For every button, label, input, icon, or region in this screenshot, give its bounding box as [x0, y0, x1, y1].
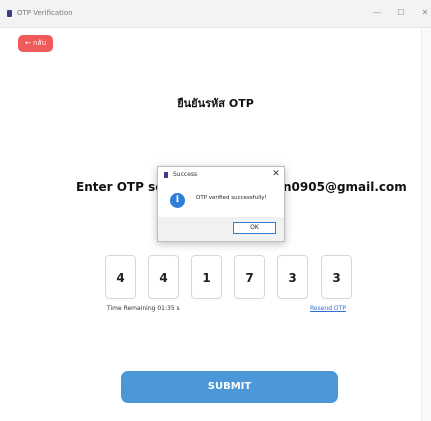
- window-titlebar: OTP Verification — ☐ ✕: [0, 0, 431, 28]
- back-button[interactable]: ← กลับ: [18, 35, 53, 52]
- dialog-footer: OK: [158, 217, 284, 241]
- otp-sent-email: n0905@gmail.com: [283, 180, 407, 194]
- maximize-button[interactable]: ☐: [394, 6, 408, 20]
- resend-otp-link[interactable]: Resend OTP: [310, 305, 346, 312]
- close-window-button[interactable]: ✕: [418, 6, 431, 20]
- dialog-titlebar: Success ✕: [158, 167, 284, 183]
- otp-digit-box-6[interactable]: 3: [321, 255, 352, 299]
- otp-digit-box-1[interactable]: 4: [105, 255, 136, 299]
- ok-button[interactable]: OK: [233, 222, 276, 234]
- info-icon: i: [170, 193, 185, 208]
- app-icon: [7, 10, 12, 17]
- otp-digit-box-4[interactable]: 7: [234, 255, 265, 299]
- otp-digit-box-5[interactable]: 3: [277, 255, 308, 299]
- otp-digit-box-3[interactable]: 1: [191, 255, 222, 299]
- success-dialog: Success ✕ i OTP verified successfully! O…: [157, 166, 285, 242]
- window-scrollbar[interactable]: [421, 28, 431, 421]
- otp-digit-box-2[interactable]: 4: [148, 255, 179, 299]
- submit-button[interactable]: SUBMIT: [121, 371, 338, 403]
- minimize-button[interactable]: —: [370, 6, 384, 20]
- time-remaining-label: Time Remaining 01:35 s: [107, 305, 180, 312]
- dialog-app-icon: [164, 172, 168, 178]
- dialog-title: Success: [173, 171, 198, 178]
- dialog-message: OTP verified successfully!: [196, 195, 267, 201]
- dialog-close-button[interactable]: ✕: [270, 169, 282, 179]
- window-title: OTP Verification: [17, 9, 73, 17]
- page-title: ยืนยันรหัส OTP: [177, 97, 254, 110]
